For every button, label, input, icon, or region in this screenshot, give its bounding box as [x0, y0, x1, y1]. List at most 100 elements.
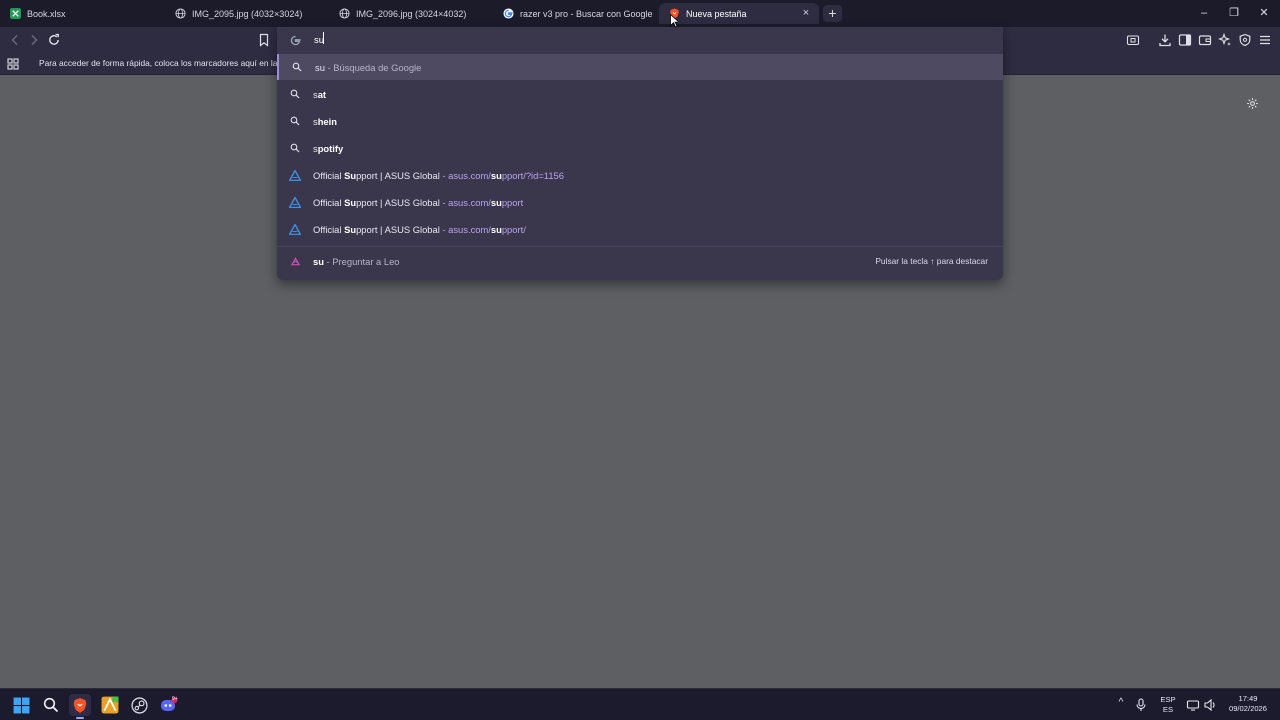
microphone-button[interactable] [1132, 694, 1150, 716]
search-icon [289, 88, 301, 100]
suggestion-label: su - Búsqueda de Google [315, 62, 422, 73]
globe-icon [175, 8, 186, 19]
taskbar-brave[interactable] [69, 694, 91, 719]
suggestion-shein[interactable]: shein [277, 108, 1003, 134]
tab-title: razer v3 pro - Buscar con Google [520, 8, 653, 19]
grid-icon [7, 58, 19, 70]
tab-title: IMG_2096.jpg (3024×4032) [356, 8, 467, 19]
excel-icon [10, 8, 21, 19]
suggestion-label: Official Support | ASUS Global - asus.co… [313, 197, 524, 208]
leo-ai-button[interactable] [1217, 32, 1233, 48]
clock-date: 09/02/2026 [1228, 704, 1267, 713]
tab-book-xlsx[interactable]: Book.xlsx [0, 3, 160, 24]
asus-icon [289, 196, 301, 208]
back-button[interactable] [7, 32, 23, 48]
search-button[interactable] [40, 694, 62, 716]
sidebar-button[interactable] [1177, 32, 1193, 48]
suggestion-label: shein [313, 116, 337, 127]
tab-title: Nueva pestaña [686, 8, 747, 19]
asus-icon [289, 169, 301, 181]
bookmarks-hint-text: Para acceder de forma rápida, coloca los… [39, 58, 277, 68]
taskbar-steam[interactable] [128, 694, 150, 716]
screenshot-button[interactable] [1125, 32, 1141, 48]
language-indicator[interactable]: ESP ES [1156, 695, 1180, 715]
tab-strip: Book.xlsx IMG_2095.jpg (4032×3024) IMG_2… [0, 0, 1280, 27]
language-code: ESP [1160, 695, 1176, 704]
suggestion-asus-support-id[interactable]: Official Support | ASUS Global - asus.co… [277, 162, 1003, 188]
suggestion-label: Official Support | ASUS Global - asus.co… [313, 224, 526, 235]
suggestion-label: sat [313, 89, 327, 100]
tab-nueva-pestana[interactable]: Nueva pestaña × [659, 3, 819, 24]
download-icon [1159, 34, 1171, 47]
show-hidden-icons-button[interactable]: ^ [1115, 698, 1127, 708]
screenshot-icon [1126, 35, 1140, 46]
menu-button[interactable] [1257, 32, 1273, 48]
minimize-button[interactable]: – [1197, 6, 1211, 20]
suggestion-asus-support-slash[interactable]: Official Support | ASUS Global - asus.co… [277, 216, 1003, 242]
wallet-button[interactable] [1197, 32, 1213, 48]
tab-google-search[interactable]: razer v3 pro - Buscar con Google [493, 3, 655, 24]
divider [277, 246, 1003, 247]
suggestion-spotify[interactable]: spotify [277, 135, 1003, 161]
reload-button[interactable] [46, 32, 62, 48]
bookmark-icon [259, 33, 269, 47]
clock[interactable]: 17:49 09/02/2026 [1222, 694, 1274, 714]
suggestion-asus-support[interactable]: Official Support | ASUS Global - asus.co… [277, 189, 1003, 215]
close-tab-button[interactable]: × [799, 6, 813, 20]
chevron-left-icon [11, 35, 18, 45]
microphone-icon [1136, 698, 1146, 711]
keyboard-hint: Pulsar la tecla ↑ para destacar [875, 256, 988, 266]
leo-icon [289, 255, 301, 267]
address-input[interactable] [314, 33, 914, 47]
wallet-icon [1198, 35, 1212, 46]
omnibox-dropdown: su - Búsqueda de Google sat shein spotif… [277, 27, 1003, 280]
bookmark-button[interactable] [256, 32, 272, 48]
suggestion-label: Official Support | ASUS Global - asus.co… [313, 170, 564, 181]
page-settings-button[interactable] [1246, 97, 1259, 110]
suggestion-label: su - Preguntar a Leo [313, 256, 400, 267]
tab-img-2095[interactable]: IMG_2095.jpg (4032×3024) [165, 3, 325, 24]
network-button[interactable] [1184, 694, 1202, 716]
taskbar-discord[interactable]: 9+ [158, 694, 180, 716]
volume-button[interactable] [1201, 694, 1219, 716]
maximize-button[interactable]: ❐ [1227, 6, 1241, 20]
shield-icon [1239, 33, 1251, 47]
text-caret [323, 32, 324, 44]
sidebar-icon [1178, 34, 1192, 46]
hamburger-menu-icon [1260, 35, 1270, 45]
asus-icon [289, 223, 301, 235]
search-icon [289, 142, 301, 154]
keyboard-layout: ES [1162, 705, 1174, 714]
search-icon [291, 61, 303, 73]
taskbar: 9+ ^ ESP ES 17:49 09/02/2026 [0, 688, 1280, 720]
search-icon [289, 115, 301, 127]
speaker-icon [1204, 698, 1215, 712]
downloads-button[interactable] [1157, 32, 1173, 48]
notification-badge: 9+ [172, 696, 178, 702]
mouse-cursor-icon [670, 14, 678, 28]
globe-icon [339, 8, 350, 19]
sparkle-icon [1218, 33, 1231, 46]
google-icon [290, 35, 301, 46]
vpn-shield-button[interactable] [1237, 32, 1253, 48]
close-window-button[interactable]: ✕ [1257, 6, 1271, 20]
chevron-right-icon [31, 35, 38, 45]
tab-title: IMG_2095.jpg (4032×3024) [192, 8, 303, 19]
suggestion-ask-leo[interactable]: su - Preguntar a Leo Pulsar la tecla ↑ p… [277, 248, 1003, 274]
suggestion-sat[interactable]: sat [277, 81, 1003, 107]
reload-icon [49, 33, 59, 45]
gear-icon [1247, 98, 1258, 109]
start-button[interactable] [10, 694, 32, 716]
google-icon [503, 8, 514, 19]
suggestion-google-search[interactable]: su - Búsqueda de Google [277, 54, 1003, 80]
forward-button[interactable] [26, 32, 42, 48]
steam-icon [130, 696, 148, 714]
search-icon [43, 697, 59, 713]
tab-img-2096[interactable]: IMG_2096.jpg (3024×4032) [329, 3, 489, 24]
brave-icon [73, 697, 87, 713]
taskbar-app[interactable] [99, 694, 121, 716]
new-tab-button[interactable]: + [823, 5, 842, 22]
apps-button[interactable] [5, 56, 21, 72]
suggestion-label: spotify [313, 143, 344, 154]
windows-icon [13, 697, 29, 713]
